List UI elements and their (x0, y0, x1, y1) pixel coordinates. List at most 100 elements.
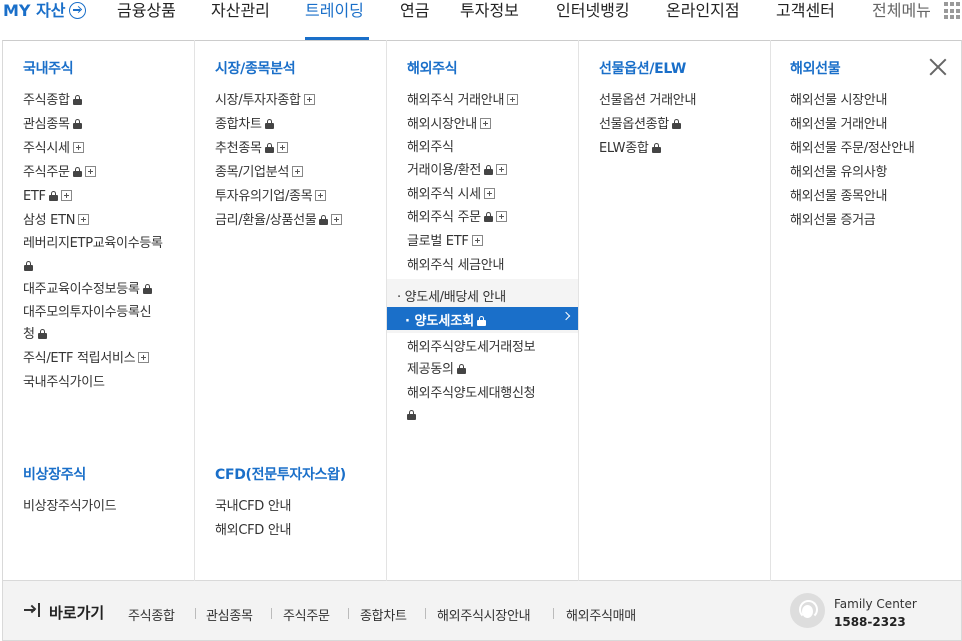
menu-item[interactable]: 해외주식양도세거래정보 (407, 339, 536, 357)
section-title-overseas-futures[interactable]: 해외선물 (790, 58, 841, 78)
nav-internet-banking[interactable]: 인터넷뱅킹 (556, 1, 630, 41)
menu-item[interactable]: 거래이용/환전 (407, 162, 508, 180)
menu-item[interactable]: 선물옵션 거래안내 (599, 92, 696, 110)
menu-item[interactable]: 해외시장안내 (407, 116, 491, 134)
all-menu-grid-icon[interactable] (944, 2, 962, 20)
nav-trading[interactable]: 트레이딩 (305, 1, 364, 41)
menu-item[interactable]: 제공동의 (407, 361, 466, 379)
menu-item[interactable]: 주식주문 (23, 164, 96, 182)
nav-investment-info[interactable]: 투자정보 (460, 1, 519, 41)
menu-item[interactable]: 글로벌 ETF (407, 233, 483, 251)
menu-item-label: 주식종합 (23, 93, 70, 108)
menu-item[interactable]: 금리/환율/상품선물 (215, 212, 343, 230)
menu-item[interactable]: 대주모의투자이수등록신 (23, 304, 152, 322)
section-title-market-analysis[interactable]: 시장/종목분석 (215, 58, 296, 78)
family-center-name: Family Center (834, 597, 917, 611)
menu-item[interactable]: 선물옵션종합 (599, 116, 681, 134)
menu-item[interactable]: 해외주식 (407, 139, 454, 157)
nav-all-menu[interactable]: 전체메뉴 (872, 1, 931, 41)
nav-pension[interactable]: 연금 (400, 1, 429, 41)
menu-item-label: 해외주식 거래안내 (407, 93, 505, 108)
menu-item-label: 주식/ETF 적립서비스 (23, 351, 136, 366)
expand-plus-icon[interactable] (84, 166, 96, 177)
shortcut-link[interactable]: 주식종합 (128, 605, 175, 624)
menu-item[interactable]: 종목/기업분석 (215, 164, 304, 182)
menu-item[interactable]: 종합차트 (215, 116, 274, 134)
expand-plus-icon[interactable] (331, 214, 343, 225)
expand-plus-icon[interactable] (471, 235, 483, 246)
menu-item[interactable]: 해외주식 거래안내 (407, 92, 519, 110)
shortcut-link[interactable]: 주식주문 (283, 605, 330, 624)
menu-item[interactable]: 비상장주식가이드 (23, 498, 117, 516)
expand-plus-icon[interactable] (303, 94, 315, 105)
nav-my-assets[interactable]: MY 자산 (3, 1, 86, 41)
expand-plus-icon[interactable] (315, 190, 327, 201)
expand-plus-icon[interactable] (276, 142, 288, 153)
family-center-phone: 1588-2323 (834, 615, 906, 629)
section-title-cfd[interactable]: CFD(전문투자자스왑) (215, 464, 346, 484)
menu-item[interactable]: 주식시세 (23, 140, 84, 158)
menu-item[interactable]: 청 (23, 326, 47, 344)
menu-item[interactable]: 해외선물 주문/정산안내 (790, 140, 915, 158)
nav-online-branch[interactable]: 온라인지점 (666, 1, 740, 41)
menu-item[interactable]: 해외주식 세금안내 (407, 257, 504, 275)
close-icon[interactable] (929, 58, 947, 76)
submenu-active-text: · 양도세조회 (405, 314, 475, 329)
expand-plus-icon[interactable] (138, 352, 150, 363)
expand-plus-icon[interactable] (479, 118, 491, 129)
section-title-futures-options[interactable]: 선물옵션/ELW (599, 58, 686, 78)
menu-item[interactable]: ETF (23, 188, 72, 206)
expand-plus-icon[interactable] (496, 164, 508, 175)
menu-item[interactable]: 해외주식 주문 (407, 209, 507, 227)
nav-customer-center[interactable]: 고객센터 (776, 1, 835, 41)
menu-item[interactable]: 국내주식가이드 (23, 374, 105, 392)
section-title-unlisted-stocks[interactable]: 비상장주식 (23, 464, 86, 484)
lock-icon (264, 143, 274, 153)
section-title-domestic-stocks[interactable]: 국내주식 (23, 58, 74, 78)
menu-item[interactable]: 주식/ETF 적립서비스 (23, 350, 150, 368)
menu-item-lock-line[interactable] (404, 407, 416, 425)
nav-asset-management[interactable]: 자산관리 (211, 1, 270, 41)
shortcut-link[interactable]: 종합차트 (360, 605, 407, 624)
menu-item[interactable]: 국내CFD 안내 (215, 498, 291, 516)
menu-item[interactable]: 관심종목 (23, 116, 82, 134)
menu-item[interactable]: 해외주식 시세 (407, 186, 495, 204)
menu-item[interactable]: ELW종합 (599, 140, 661, 158)
expand-plus-icon[interactable] (495, 211, 507, 222)
menu-item[interactable]: 해외선물 거래안내 (790, 116, 887, 134)
expand-plus-icon[interactable] (72, 142, 84, 153)
expand-plus-icon[interactable] (78, 214, 90, 225)
submenu-item[interactable]: · 양도세/배당세 안내 (397, 286, 506, 305)
menu-item[interactable]: 주식종합 (23, 92, 82, 110)
menu-item[interactable]: 레버리지ETP교육이수등록 (23, 235, 163, 253)
column-divider (770, 40, 771, 581)
menu-item-lock-line[interactable] (21, 258, 33, 276)
menu-item-label: 해외주식 시세 (407, 187, 481, 202)
shortcut-link[interactable]: 관심종목 (206, 605, 253, 624)
menu-item-label: ETF (23, 189, 46, 204)
expand-plus-icon[interactable] (60, 190, 72, 201)
expand-plus-icon[interactable] (507, 94, 519, 105)
menu-item[interactable]: 추천종목 (215, 140, 288, 158)
section-title-overseas-stocks[interactable]: 해외주식 (407, 58, 458, 78)
menu-item-label: 대주교육이수정보등록 (23, 282, 140, 297)
shortcut-link[interactable]: 해외주식매매 (566, 605, 636, 624)
expand-plus-icon[interactable] (483, 188, 495, 199)
menu-item[interactable]: 시장/투자자종합 (215, 92, 315, 110)
shortcut-link[interactable]: 해외주식시장안내 (437, 605, 531, 624)
menu-item[interactable]: 해외선물 유의사항 (790, 164, 887, 182)
submenu-item-active-label[interactable]: · 양도세조회 (405, 310, 487, 329)
menu-item[interactable]: 삼성 ETN (23, 212, 90, 230)
lock-icon (24, 261, 33, 271)
expand-plus-icon[interactable] (292, 166, 304, 177)
lock-icon (456, 364, 466, 374)
menu-item[interactable]: 해외주식양도세대행신청 (407, 385, 536, 403)
menu-item[interactable]: 해외선물 증거금 (790, 212, 876, 230)
menu-item[interactable]: 해외CFD 안내 (215, 522, 291, 540)
nav-financial-products[interactable]: 금융상품 (117, 1, 176, 41)
menu-item[interactable]: 대주교육이수정보등록 (23, 281, 152, 299)
menu-item[interactable]: 해외선물 시장안내 (790, 92, 887, 110)
menu-item[interactable]: 해외선물 종목안내 (790, 188, 887, 206)
menu-item[interactable]: 투자유의기업/종목 (215, 188, 327, 206)
lock-icon (72, 167, 82, 177)
